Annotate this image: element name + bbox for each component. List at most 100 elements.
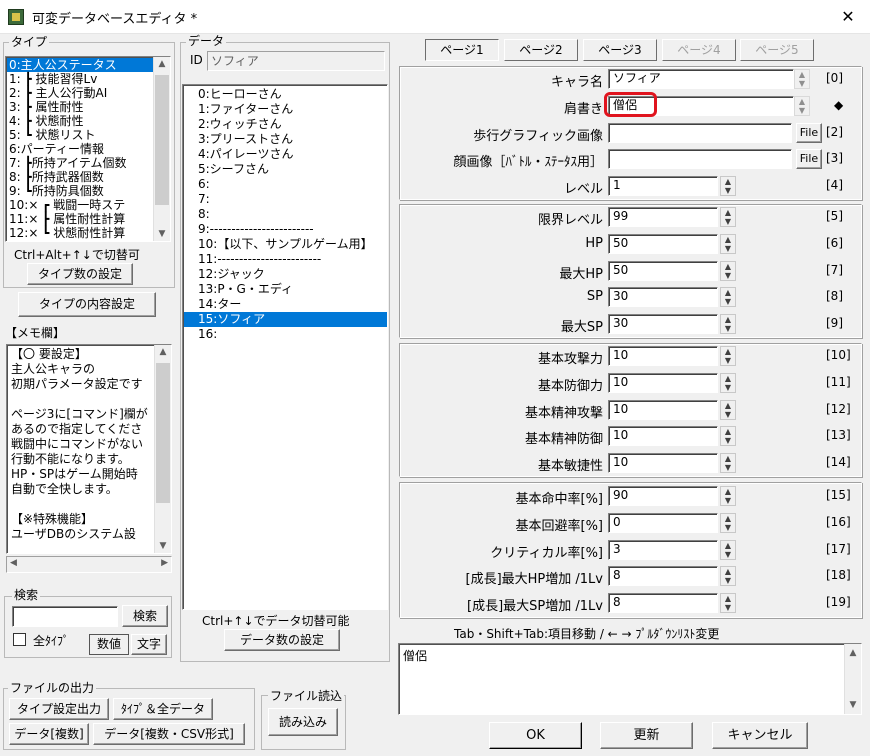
field-input[interactable]: 0 [608,513,718,533]
down-arrow-icon[interactable]: ▼ [721,496,735,505]
close-icon[interactable]: ✕ [826,0,870,34]
up-arrow-icon[interactable]: ▲ [795,97,809,106]
type-list-item[interactable]: 7: ┣所持アイテム個数 [7,156,156,170]
field-input[interactable]: 10 [608,426,718,446]
data-list-item[interactable]: 13:P・G・エディ [184,282,387,297]
field-input[interactable]: 30 [608,287,718,307]
down-arrow-icon[interactable]: ▼ [721,383,735,392]
type-list-item[interactable]: 8: ┣所持武器個数 [7,170,156,184]
tab-page-1[interactable]: ページ1 [425,39,499,61]
numeric-search-button[interactable]: 数値 [89,634,129,655]
left-arrow-icon[interactable]: ◀ [10,558,17,568]
spin-button[interactable]: ▲ ▼ [794,96,810,116]
data-list-item[interactable]: 7: [184,192,387,207]
spin-button[interactable]: ▲ ▼ [720,314,736,334]
type-settings-output-button[interactable]: タイプ設定出力 [9,698,109,720]
spin-button[interactable]: ▲ ▼ [720,486,736,506]
edit-textarea[interactable]: 僧侶 ▲ ▼ [398,643,862,715]
spin-button[interactable]: ▲ ▼ [720,346,736,366]
field-input[interactable]: 50 [608,234,718,254]
field-input[interactable]: 8 [608,593,718,613]
type-list[interactable]: 0:主人公ステータス 1: ┣ 技能習得Lv 2: ┣ 主人公行動AI 3: ┣ 属性… [5,56,171,242]
data-list-item[interactable]: 8: [184,207,387,222]
type-list-item[interactable]: 9: ┗所持防具個数 [7,184,156,198]
up-arrow-icon[interactable]: ▲ [721,262,735,271]
data-list-item[interactable]: 4:パイレーツさん [184,147,387,162]
data-count-button[interactable]: データ数の設定 [224,629,340,651]
data-list-item[interactable]: 0:ヒーローさん [184,87,387,102]
spin-button[interactable]: ▲ ▼ [720,453,736,473]
data-list-item[interactable]: 14:ター [184,297,387,312]
up-arrow-icon[interactable]: ▲ [721,288,735,297]
spin-button[interactable]: ▲ ▼ [720,513,736,533]
up-arrow-icon[interactable]: ▲ [845,648,861,658]
field-input[interactable]: 30 [608,314,718,334]
update-button[interactable]: 更新 [600,722,693,749]
spin-button[interactable]: ▲ ▼ [720,261,736,281]
tab-page-2[interactable]: ページ2 [504,39,578,61]
data-list-item[interactable]: 16: [184,327,387,342]
up-arrow-icon[interactable]: ▲ [721,374,735,383]
edit-scrollbar[interactable]: ▲ ▼ [844,644,861,714]
up-arrow-icon[interactable]: ▲ [721,401,735,410]
search-input[interactable] [12,606,118,627]
up-arrow-icon[interactable]: ▲ [721,235,735,244]
field-input[interactable] [608,149,792,169]
data-list[interactable]: 0:ヒーローさん 1:ファイターさん 2:ウィッチさん 3:プリーストさん 4:パイレー… [182,84,388,610]
data-multi-button[interactable]: データ[複数] [9,723,89,745]
file-browse-button[interactable]: File [796,149,822,169]
down-arrow-icon[interactable]: ▼ [721,324,735,333]
memo-hscrollbar[interactable]: ◀ ▶ [6,556,172,573]
type-list-item[interactable]: 1: ┣ 技能習得Lv [7,72,156,86]
down-arrow-icon[interactable]: ▼ [721,244,735,253]
data-list-item[interactable]: 9:------------------------ [184,222,387,237]
file-browse-button[interactable]: File [796,123,822,143]
data-list-item[interactable]: 2:ウィッチさん [184,117,387,132]
spin-button[interactable]: ▲ ▼ [720,426,736,446]
type-list-scrollbar[interactable]: ▲ ▼ [153,57,170,241]
up-arrow-icon[interactable]: ▲ [721,454,735,463]
field-input[interactable]: 50 [608,261,718,281]
data-list-item[interactable]: 5:シーフさん [184,162,387,177]
up-arrow-icon[interactable]: ▲ [154,59,170,69]
up-arrow-icon[interactable]: ▲ [721,514,735,523]
down-arrow-icon[interactable]: ▼ [721,271,735,280]
type-list-item[interactable]: 0:主人公ステータス [7,58,156,72]
up-arrow-icon[interactable]: ▲ [795,70,809,79]
data-list-item[interactable]: 6: [184,177,387,192]
field-input[interactable]: 10 [608,400,718,420]
down-arrow-icon[interactable]: ▼ [721,186,735,195]
down-arrow-icon[interactable]: ▼ [721,576,735,585]
field-input[interactable]: 99 [608,207,718,227]
type-list-item[interactable]: 4: ┣ 状態耐性 [7,114,156,128]
spin-button[interactable]: ▲ ▼ [720,540,736,560]
data-list-item[interactable]: 10:【以下、サンプルゲーム用】 [184,237,387,252]
down-arrow-icon[interactable]: ▼ [721,297,735,306]
field-input[interactable] [608,123,792,143]
down-arrow-icon[interactable]: ▼ [721,356,735,365]
up-arrow-icon[interactable]: ▲ [721,541,735,550]
up-arrow-icon[interactable]: ▲ [721,347,735,356]
down-arrow-icon[interactable]: ▼ [721,410,735,419]
data-csv-button[interactable]: データ[複数・CSV形式] [93,723,245,745]
field-input[interactable]: 8 [608,566,718,586]
down-arrow-icon[interactable]: ▼ [154,229,170,239]
down-arrow-icon[interactable]: ▼ [155,541,171,551]
up-arrow-icon[interactable]: ▲ [721,208,735,217]
text-search-button[interactable]: 文字 [131,634,167,655]
spin-button[interactable]: ▲ ▼ [794,69,810,89]
spin-button[interactable]: ▲ ▼ [720,593,736,613]
up-arrow-icon[interactable]: ▲ [155,347,171,357]
search-button[interactable]: 検索 [122,605,168,627]
right-arrow-icon[interactable]: ▶ [161,558,168,568]
spin-button[interactable]: ▲ ▼ [720,234,736,254]
field-input[interactable]: 10 [608,346,718,366]
data-list-item[interactable]: 1:ファイターさん [184,102,387,117]
type-list-item[interactable]: 11:× ┣ 属性耐性計算 [7,212,156,226]
down-arrow-icon[interactable]: ▼ [795,106,809,115]
up-arrow-icon[interactable]: ▲ [721,315,735,324]
type-list-item[interactable]: 10:× ┏ 戦闘一時ステ [7,198,156,212]
data-list-item[interactable]: 15:ソフィア [184,312,387,327]
data-list-item[interactable]: 3:プリーストさん [184,132,387,147]
tab-page-3[interactable]: ページ3 [583,39,657,61]
